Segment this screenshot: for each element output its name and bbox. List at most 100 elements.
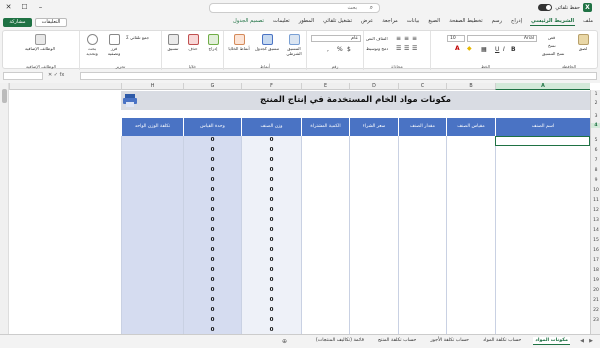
table-cell[interactable] [446, 326, 495, 334]
table-cell[interactable]: 0 [241, 306, 301, 316]
table-cell[interactable] [301, 246, 349, 256]
table-cell[interactable] [349, 186, 398, 196]
column-header[interactable]: H [121, 83, 183, 90]
table-cell[interactable] [121, 326, 183, 334]
table-cell[interactable]: 0 [183, 326, 241, 334]
table-cell[interactable] [446, 256, 495, 266]
format-as-table-button[interactable]: تنسيق كجدول [254, 34, 280, 51]
table-cell[interactable]: 0 [183, 226, 241, 236]
tab-page-layout[interactable]: تخطيط الصفحة [448, 17, 483, 26]
table-cell[interactable] [301, 256, 349, 266]
table-cell[interactable] [349, 306, 398, 316]
table-cell[interactable] [398, 286, 446, 296]
table-cell[interactable] [398, 206, 446, 216]
table-cell[interactable] [301, 136, 349, 146]
tab-developer[interactable]: المطور [298, 17, 315, 26]
table-cell[interactable] [301, 226, 349, 236]
table-cell[interactable] [121, 256, 183, 266]
table-cell[interactable] [446, 186, 495, 196]
table-cell[interactable] [121, 316, 183, 326]
table-cell[interactable] [495, 246, 590, 256]
table-cell[interactable] [398, 226, 446, 236]
table-cell[interactable] [349, 176, 398, 186]
tab-review[interactable]: مراجعة [381, 17, 399, 26]
table-cell[interactable] [301, 156, 349, 166]
table-header-cell[interactable]: تكلفة الوزن الواحد [121, 118, 183, 136]
comma-icon[interactable]: , [327, 46, 329, 53]
table-cell[interactable]: 0 [183, 186, 241, 196]
table-cell[interactable]: 0 [241, 266, 301, 276]
table-cell[interactable] [495, 216, 590, 226]
table-cell[interactable] [398, 246, 446, 256]
row-header[interactable]: 8 [591, 168, 600, 173]
formula-input[interactable] [80, 72, 597, 80]
table-cell[interactable] [398, 196, 446, 206]
table-cell[interactable] [495, 296, 590, 306]
table-cell[interactable] [121, 146, 183, 156]
table-cell[interactable]: 0 [241, 176, 301, 186]
row-header[interactable]: 14 [591, 228, 600, 233]
table-cell[interactable] [495, 266, 590, 276]
table-cell[interactable]: 0 [183, 286, 241, 296]
align-top-icon[interactable]: ≡ [412, 35, 417, 42]
tab-table-design[interactable]: تصميم الجدول [232, 17, 265, 26]
tab-file[interactable]: ملف [582, 17, 594, 26]
column-header[interactable]: B [446, 83, 495, 90]
table-cell[interactable]: 0 [241, 146, 301, 156]
table-cell[interactable] [446, 216, 495, 226]
share-button[interactable]: مشاركة [3, 18, 32, 27]
table-cell[interactable] [495, 276, 590, 286]
search-input[interactable]: بحث ⌕ [209, 3, 380, 13]
table-cell[interactable] [301, 316, 349, 326]
currency-icon[interactable]: $ [347, 46, 351, 53]
table-cell[interactable]: 0 [241, 296, 301, 306]
cell-area[interactable]: مكونات مواد الخام المستخدمة في إنتاج الم… [9, 90, 590, 334]
table-cell[interactable] [301, 196, 349, 206]
table-cell[interactable]: 0 [183, 266, 241, 276]
row-header[interactable]: 4 [591, 123, 600, 128]
table-cell[interactable]: 0 [241, 186, 301, 196]
add-sheet-icon[interactable]: ⊕ [282, 338, 287, 345]
table-cell[interactable] [121, 246, 183, 256]
delete-cells-button[interactable]: حذف [184, 34, 202, 51]
insert-cells-button[interactable]: إدراج [204, 34, 222, 51]
table-header-cell[interactable]: اسم الصنف [495, 118, 590, 136]
tab-data[interactable]: بيانات [406, 17, 421, 26]
column-header[interactable]: C [398, 83, 446, 90]
table-cell[interactable] [495, 236, 590, 246]
table-cell[interactable]: 0 [183, 276, 241, 286]
column-header[interactable]: A [495, 83, 590, 90]
row-header[interactable]: 13 [591, 218, 600, 223]
table-cell[interactable] [349, 286, 398, 296]
table-header-cell[interactable]: وحدة القياس [183, 118, 241, 136]
row-header[interactable]: 7 [591, 158, 600, 163]
row-header[interactable]: 2 [591, 101, 600, 106]
find-select-button[interactable]: بحث وتحديد [82, 34, 102, 56]
table-cell[interactable] [121, 166, 183, 176]
table-cell[interactable]: 0 [183, 216, 241, 226]
table-cell[interactable] [495, 206, 590, 216]
table-cell[interactable] [398, 276, 446, 286]
table-cell[interactable] [398, 166, 446, 176]
row-header[interactable]: 1 [591, 92, 600, 97]
tab-insert[interactable]: إدراج [510, 17, 523, 26]
table-cell[interactable] [301, 206, 349, 216]
format-painter-button[interactable]: نسخ التنسيق [542, 51, 564, 56]
table-cell[interactable] [301, 236, 349, 246]
table-cell[interactable] [446, 306, 495, 316]
table-cell[interactable]: 0 [183, 136, 241, 146]
column-header[interactable]: F [241, 83, 301, 90]
autosave-toggle[interactable] [538, 4, 553, 11]
font-size-select[interactable]: 10 [447, 35, 465, 42]
borders-icon[interactable]: ▦ [481, 46, 487, 53]
table-cell[interactable]: 0 [183, 296, 241, 306]
table-cell[interactable] [398, 316, 446, 326]
table-cell[interactable] [446, 246, 495, 256]
table-cell[interactable] [121, 206, 183, 216]
table-cell[interactable] [446, 226, 495, 236]
table-cell[interactable]: 0 [241, 166, 301, 176]
column-header[interactable]: D [349, 83, 398, 90]
tab-help[interactable]: تعليمات [272, 17, 291, 26]
row-header[interactable]: 15 [591, 238, 600, 243]
table-cell[interactable] [398, 186, 446, 196]
